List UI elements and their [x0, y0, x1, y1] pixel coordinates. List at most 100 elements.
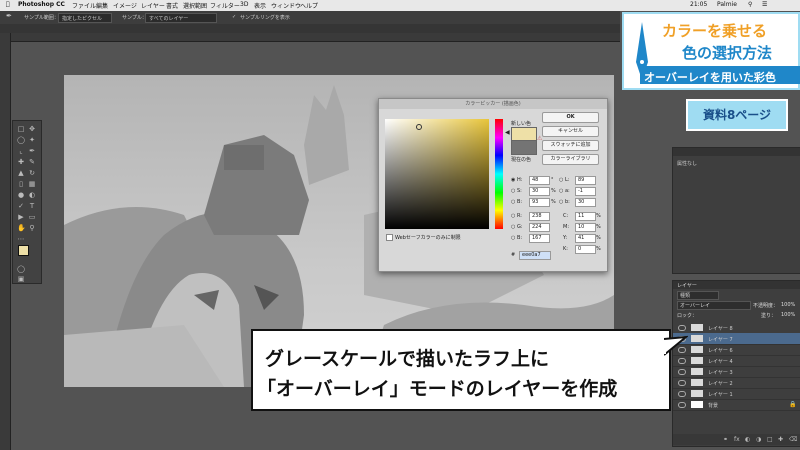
- menu-help[interactable]: ヘルプ: [300, 1, 318, 10]
- eraser-tool-icon[interactable]: ▯: [17, 180, 25, 188]
- magic-wand-icon[interactable]: ✦: [28, 136, 36, 144]
- fx-icon[interactable]: fx: [734, 436, 740, 443]
- history-brush-icon[interactable]: ↻: [28, 169, 36, 177]
- menu-file[interactable]: ファイル: [72, 1, 96, 10]
- adjustment-icon[interactable]: ◑: [756, 436, 761, 443]
- reference-badge-text: 資料8ページ: [702, 108, 772, 122]
- layer-row-background[interactable]: 背景 🔒: [673, 399, 800, 411]
- magenta-field[interactable]: 10: [575, 223, 596, 232]
- saturation-brightness-field[interactable]: [385, 119, 489, 229]
- crop-tool-icon[interactable]: ⌞: [17, 147, 25, 155]
- fill-field[interactable]: 100%: [781, 312, 795, 318]
- healing-tool-icon[interactable]: ✚: [17, 158, 25, 166]
- lightness-field[interactable]: 89: [575, 176, 596, 185]
- blur-tool-icon[interactable]: ●: [17, 191, 25, 199]
- blue-field[interactable]: 167: [529, 234, 550, 243]
- sample-size-label: サンプル範囲：: [24, 15, 59, 21]
- quick-mask-icon[interactable]: ◯: [17, 265, 25, 273]
- menu-view[interactable]: 表示: [254, 1, 266, 10]
- visibility-icon[interactable]: [678, 325, 686, 331]
- path-select-icon[interactable]: ▶: [17, 213, 25, 221]
- visibility-icon[interactable]: [678, 391, 686, 397]
- hue-field[interactable]: 48: [529, 176, 550, 185]
- opacity-field[interactable]: 100%: [781, 302, 795, 308]
- zoom-tool-icon[interactable]: ⚲: [28, 224, 36, 232]
- bv-label: ○ B:: [511, 235, 523, 241]
- shape-tool-icon[interactable]: ▭: [28, 213, 36, 221]
- black-field[interactable]: 0: [575, 245, 596, 254]
- apple-icon[interactable]: : [6, 1, 10, 8]
- filter-kind-select[interactable]: 種類: [677, 291, 719, 300]
- document-tab-strip[interactable]: [0, 24, 620, 33]
- hand-tool-icon[interactable]: ✋: [17, 224, 26, 232]
- foreground-color-swatch[interactable]: [18, 245, 29, 256]
- menu-edit[interactable]: 編集: [96, 1, 108, 10]
- green-field[interactable]: 224: [529, 223, 550, 232]
- properties-header[interactable]: [673, 148, 800, 156]
- brightness-field[interactable]: 93: [529, 198, 550, 207]
- dodge-tool-icon[interactable]: ◐: [28, 191, 36, 199]
- visibility-icon[interactable]: [678, 358, 686, 364]
- hue-slider[interactable]: [495, 119, 503, 229]
- menu-select[interactable]: 選択範囲: [183, 1, 207, 10]
- color-cursor[interactable]: [416, 124, 422, 130]
- marquee-tool-icon[interactable]: □: [17, 125, 25, 133]
- red-field[interactable]: 238: [529, 212, 550, 221]
- a-field[interactable]: -1: [575, 187, 596, 196]
- visibility-icon[interactable]: [678, 380, 686, 386]
- visibility-icon[interactable]: [678, 402, 686, 408]
- menu-window[interactable]: ウィンドウ: [271, 1, 301, 10]
- gradient-tool-icon[interactable]: ▦: [28, 180, 36, 188]
- search-icon[interactable]: ⚲: [748, 1, 752, 8]
- cancel-button[interactable]: キャンセル: [542, 126, 599, 137]
- clock: 21:05: [690, 1, 708, 8]
- menu-3d[interactable]: 3D: [240, 1, 248, 8]
- menu-image[interactable]: イメージ: [113, 1, 137, 10]
- eyedropper-icon[interactable]: ✒: [6, 12, 12, 20]
- g-label: ○ G:: [511, 224, 523, 230]
- more-tools-icon[interactable]: ⋯: [17, 235, 25, 243]
- menu-filter[interactable]: フィルター: [210, 1, 240, 10]
- type-tool-icon[interactable]: T: [28, 202, 36, 210]
- stamp-tool-icon[interactable]: ▲: [17, 169, 25, 177]
- screen-mode-icon[interactable]: ▣: [17, 275, 25, 283]
- menu-layer[interactable]: レイヤー: [141, 1, 165, 10]
- lasso-tool-icon[interactable]: ◯: [17, 136, 25, 144]
- caption-tail: [664, 335, 688, 356]
- sample-size-value: 指定したピクセル: [62, 16, 103, 22]
- color-libraries-button[interactable]: カラーライブラリ: [542, 154, 599, 165]
- web-only-label: Webセーフカラーのみに制限: [395, 235, 461, 241]
- sample-ring-checkbox[interactable]: ✓: [232, 14, 236, 20]
- list-icon[interactable]: ☰: [762, 1, 767, 8]
- menu-type[interactable]: 書式: [166, 1, 178, 10]
- s-unit: %: [551, 188, 556, 194]
- cyan-field[interactable]: 11: [575, 212, 596, 221]
- ok-button[interactable]: OK: [542, 112, 599, 123]
- web-only-checkbox[interactable]: [386, 234, 393, 241]
- pen-tool-icon[interactable]: ✓: [17, 202, 25, 210]
- brush-tool-icon[interactable]: ✎: [28, 158, 36, 166]
- layer-name: 背景: [708, 403, 719, 409]
- visibility-icon[interactable]: [678, 369, 686, 375]
- mask-icon[interactable]: ◐: [745, 436, 750, 443]
- sample-size-select[interactable]: 指定したピクセル: [58, 13, 112, 23]
- link-icon[interactable]: ⚭: [723, 436, 728, 443]
- new-layer-icon[interactable]: ✚: [778, 436, 783, 443]
- app-menu[interactable]: Photoshop CC: [18, 1, 65, 8]
- hue-slider-arrow-icon[interactable]: ◀: [505, 129, 510, 136]
- saturation-field[interactable]: 30: [529, 187, 550, 196]
- hex-field[interactable]: eee0a7: [519, 251, 551, 260]
- move-tool-icon[interactable]: ✥: [28, 125, 36, 133]
- add-to-swatches-button[interactable]: スウォッチに追加: [542, 140, 599, 151]
- layer-name: レイヤー 7: [708, 337, 733, 343]
- yellow-field[interactable]: 41: [575, 234, 596, 243]
- lab-b-field[interactable]: 30: [575, 198, 596, 207]
- eyedropper-tool-icon[interactable]: ✒: [28, 147, 36, 155]
- trash-icon[interactable]: ⌫: [789, 436, 797, 443]
- c-label: C:: [563, 213, 569, 219]
- sample-select[interactable]: すべてのレイヤー: [145, 13, 217, 23]
- layers-tab[interactable]: レイヤー: [677, 282, 697, 289]
- user-name[interactable]: Palmie: [717, 1, 737, 8]
- blend-mode-select[interactable]: オーバーレイ: [677, 301, 751, 310]
- folder-icon[interactable]: □: [767, 436, 773, 443]
